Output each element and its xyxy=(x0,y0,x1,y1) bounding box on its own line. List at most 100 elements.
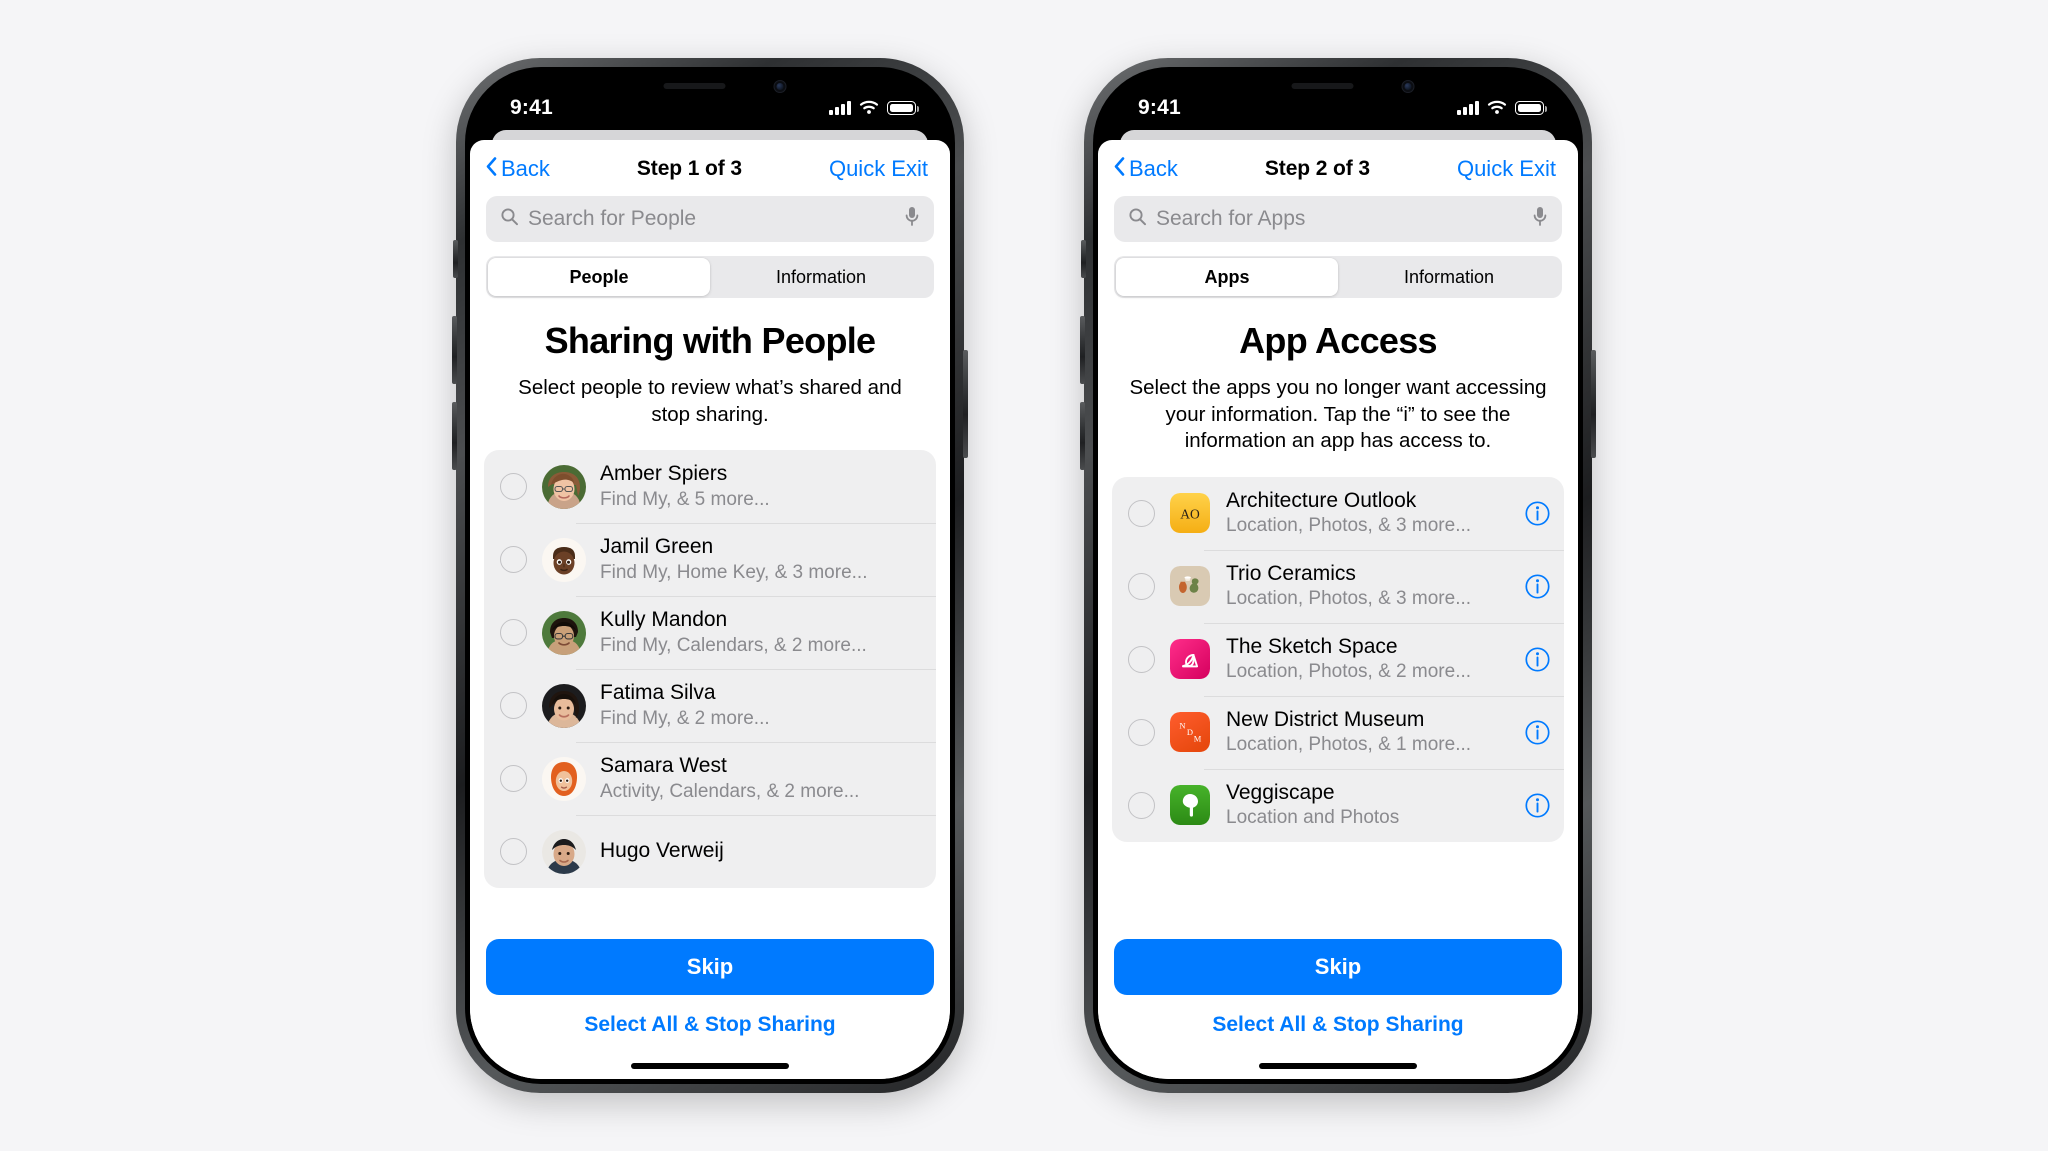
row-select-radio[interactable] xyxy=(500,692,527,720)
list-scroll-area[interactable]: AO Architecture Outlook Location, Photos, … xyxy=(1098,476,1578,923)
person-name: Amber Spiers xyxy=(600,462,728,485)
row-select-radio[interactable] xyxy=(1128,645,1155,673)
apps-list: AO Architecture Outlook Location, Photos, … xyxy=(1112,476,1564,842)
row-separator xyxy=(576,523,936,525)
segment-0[interactable]: Apps xyxy=(1116,258,1338,296)
volume-down-button[interactable] xyxy=(1080,402,1085,470)
app-access-summary: Location, Photos, & 3 more... xyxy=(1226,515,1472,537)
avatar xyxy=(542,756,586,801)
home-indicator[interactable] xyxy=(1259,1063,1417,1069)
select-all-stop-sharing-button[interactable]: Select All & Stop Sharing xyxy=(486,1013,934,1037)
list-item[interactable]: The Sketch Space Location, Photos, & 2 mo… xyxy=(1112,622,1564,696)
row-separator xyxy=(1204,622,1564,624)
power-button[interactable] xyxy=(1591,350,1596,458)
list-item[interactable]: Jamil Green Find My, Home Key, & 3 more..… xyxy=(484,523,936,596)
app-name: The Sketch Space xyxy=(1226,634,1398,658)
status-time: 9:41 xyxy=(510,96,553,119)
segment-1[interactable]: Information xyxy=(1338,258,1560,296)
skip-button[interactable]: Skip xyxy=(1114,939,1562,995)
microphone-icon[interactable] xyxy=(1532,206,1548,232)
list-item[interactable]: Trio Ceramics Location, Photos, & 3 more.… xyxy=(1112,549,1564,623)
row-select-radio[interactable] xyxy=(500,473,527,501)
skip-button[interactable]: Skip xyxy=(486,939,934,995)
status-time: 9:41 xyxy=(1138,96,1181,119)
row-select-radio[interactable] xyxy=(500,838,527,866)
volume-up-button[interactable] xyxy=(452,316,457,384)
list-item[interactable]: Amber Spiers Find My, & 5 more... xyxy=(484,450,936,523)
person-shared-summary: Find My, & 5 more... xyxy=(600,488,770,510)
list-scroll-area[interactable]: Amber Spiers Find My, & 5 more... Jamil Gr… xyxy=(470,450,950,923)
select-all-stop-sharing-button[interactable]: Select All & Stop Sharing xyxy=(1114,1013,1562,1037)
volume-up-button[interactable] xyxy=(1080,316,1085,384)
screenshot-stage: 9:41 Back Step 1 of 3 Quick Exit Search for … xyxy=(0,0,2048,1151)
list-item[interactable]: N D M New District Museum Location, Photos, … xyxy=(1112,695,1564,769)
app-access-summary: Location, Photos, & 3 more... xyxy=(1226,588,1472,610)
volume-down-button[interactable] xyxy=(452,402,457,470)
row-separator xyxy=(1204,695,1564,697)
row-select-radio[interactable] xyxy=(1128,499,1155,527)
power-button[interactable] xyxy=(963,350,968,458)
info-circle-icon[interactable] xyxy=(1525,720,1550,745)
list-item[interactable]: Fatima Silva Find My, & 2 more... xyxy=(484,669,936,742)
step-title: Step 1 of 3 xyxy=(636,157,742,180)
row-text: Hugo Verweij xyxy=(600,839,922,864)
row-select-radio[interactable] xyxy=(1128,718,1155,746)
list-bottom-fade xyxy=(470,897,950,923)
page-title: App Access xyxy=(1239,320,1437,361)
notch xyxy=(607,72,813,104)
app-access-summary: Location and Photos xyxy=(1226,807,1400,829)
nav-bar: Back Step 2 of 3 Quick Exit xyxy=(1098,140,1578,186)
search-placeholder: Search for People xyxy=(528,207,697,230)
list-item[interactable]: Kully Mandon Find My, Calendars, & 2 more… xyxy=(484,596,936,669)
person-name: Fatima Silva xyxy=(600,681,716,704)
person-shared-summary: Find My, Calendars, & 2 more... xyxy=(600,634,867,656)
back-button[interactable]: Back xyxy=(486,156,550,182)
info-circle-icon[interactable] xyxy=(1525,574,1550,599)
list-item[interactable]: AO Architecture Outlook Location, Photos, … xyxy=(1112,477,1564,550)
segmented-control[interactable]: People Information xyxy=(486,256,934,298)
search-input[interactable]: Search for Apps xyxy=(1114,196,1562,242)
modal-sheet: Back Step 2 of 3 Quick Exit Search for Apps… xyxy=(1098,140,1578,1079)
avatar xyxy=(542,683,586,728)
earpiece-speaker-icon xyxy=(663,83,725,89)
sheet-footer: Skip Select All & Stop Sharing xyxy=(1098,923,1578,1079)
svg-text:D: D xyxy=(1187,727,1193,737)
list-item[interactable]: Hugo Verweij xyxy=(484,815,936,888)
microphone-icon[interactable] xyxy=(904,206,920,232)
row-select-radio[interactable] xyxy=(500,765,527,793)
list-item[interactable]: Veggiscape Location and Photos xyxy=(1112,768,1564,842)
row-text: Veggiscape Location and Photos xyxy=(1226,781,1515,831)
info-circle-icon[interactable] xyxy=(1525,793,1550,818)
list-item[interactable]: Samara West Activity, Calendars, & 2 more… xyxy=(484,742,936,815)
person-shared-summary: Activity, Calendars, & 2 more... xyxy=(600,780,860,802)
row-text: Amber Spiers Find My, & 5 more... xyxy=(600,462,922,512)
quick-exit-button[interactable]: Quick Exit xyxy=(829,156,928,182)
notch xyxy=(1235,72,1441,104)
row-select-radio[interactable] xyxy=(500,619,527,647)
home-indicator[interactable] xyxy=(631,1063,789,1069)
phone-right: 9:41 Back Step 2 of 3 Quick Exit Search for … xyxy=(1080,58,1596,1093)
app-icon-architecture-outlook: AO xyxy=(1170,493,1210,534)
search-icon xyxy=(1128,207,1147,231)
app-icon-veggiscape xyxy=(1170,785,1210,826)
row-select-radio[interactable] xyxy=(500,546,527,574)
quick-exit-button[interactable]: Quick Exit xyxy=(1457,156,1556,182)
segmented-control[interactable]: Apps Information xyxy=(1114,256,1562,298)
row-select-radio[interactable] xyxy=(1128,791,1155,819)
silent-switch[interactable] xyxy=(453,240,458,278)
row-select-radio[interactable] xyxy=(1128,572,1155,600)
row-text: New District Museum Location, Photos, & 1… xyxy=(1226,708,1515,758)
step-title: Step 2 of 3 xyxy=(1264,157,1370,180)
segment-0[interactable]: People xyxy=(488,258,710,296)
silent-switch[interactable] xyxy=(1081,240,1086,278)
info-circle-icon[interactable] xyxy=(1525,647,1550,672)
app-icon-the-sketch-space xyxy=(1170,639,1210,680)
avatar xyxy=(542,464,586,509)
segment-1[interactable]: Information xyxy=(710,258,932,296)
signal-bars-icon xyxy=(829,101,851,115)
search-input[interactable]: Search for People xyxy=(486,196,934,242)
modal-sheet: Back Step 1 of 3 Quick Exit Search for Peop… xyxy=(470,140,950,1079)
app-name: Veggiscape xyxy=(1226,780,1335,804)
info-circle-icon[interactable] xyxy=(1525,501,1550,526)
back-button[interactable]: Back xyxy=(1114,156,1178,182)
